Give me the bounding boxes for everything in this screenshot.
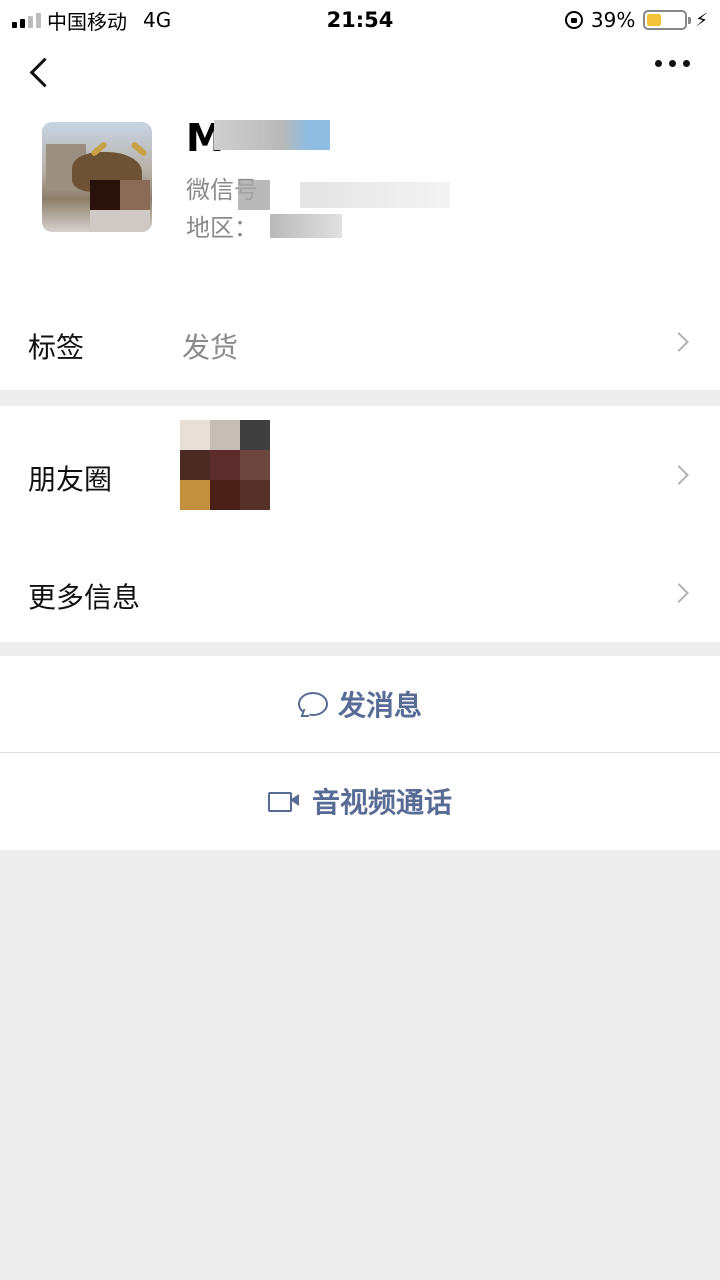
action-group: 发消息 音视频通话 — [0, 656, 720, 850]
tag-value: 发货 — [182, 331, 239, 364]
send-message-label: 发消息 — [337, 689, 422, 722]
chevron-right-icon — [669, 332, 689, 352]
more-options-button[interactable] — [655, 60, 690, 67]
more-info-label: 更多信息 — [28, 581, 141, 614]
charging-icon: ⚡ — [695, 9, 708, 31]
chevron-right-icon — [669, 583, 689, 603]
moments-row[interactable]: 朋友圈 — [0, 406, 720, 544]
battery-icon — [643, 10, 692, 30]
video-camera-icon — [267, 791, 300, 812]
back-button[interactable] — [20, 54, 60, 94]
region-label: 地区： — [186, 214, 258, 242]
send-message-button[interactable]: 发消息 — [0, 656, 720, 752]
avatar[interactable] — [42, 122, 152, 232]
wechat-id-redaction — [238, 180, 270, 210]
chevron-right-icon — [669, 465, 689, 485]
tag-label: 标签 — [28, 331, 85, 364]
status-bar: 中国移动 4G 21:54 39% ⚡ — [0, 0, 720, 40]
region-redaction — [270, 214, 342, 238]
network-label: 4G — [143, 8, 172, 32]
status-right: 39% ⚡ — [564, 0, 708, 40]
rotation-lock-icon — [564, 11, 583, 29]
carrier-label: 中国移动 — [47, 9, 127, 34]
signal-icon — [12, 12, 41, 28]
moments-thumbnail — [180, 420, 270, 510]
av-call-button[interactable]: 音视频通话 — [0, 753, 720, 849]
chat-bubble-icon — [297, 692, 328, 716]
moments-label: 朋友圈 — [28, 463, 113, 496]
info-group: 朋友圈 更多信息 — [0, 406, 720, 642]
more-info-row[interactable]: 更多信息 — [0, 544, 720, 642]
profile-header: M 微信号 地区： 标签 发货 — [0, 40, 720, 390]
av-call-label: 音视频通话 — [311, 786, 452, 819]
wechat-id-value-redaction — [300, 182, 450, 208]
battery-percent: 39% — [590, 8, 636, 32]
tag-row[interactable]: 标签 发货 — [0, 294, 720, 390]
name-redaction — [214, 120, 330, 150]
